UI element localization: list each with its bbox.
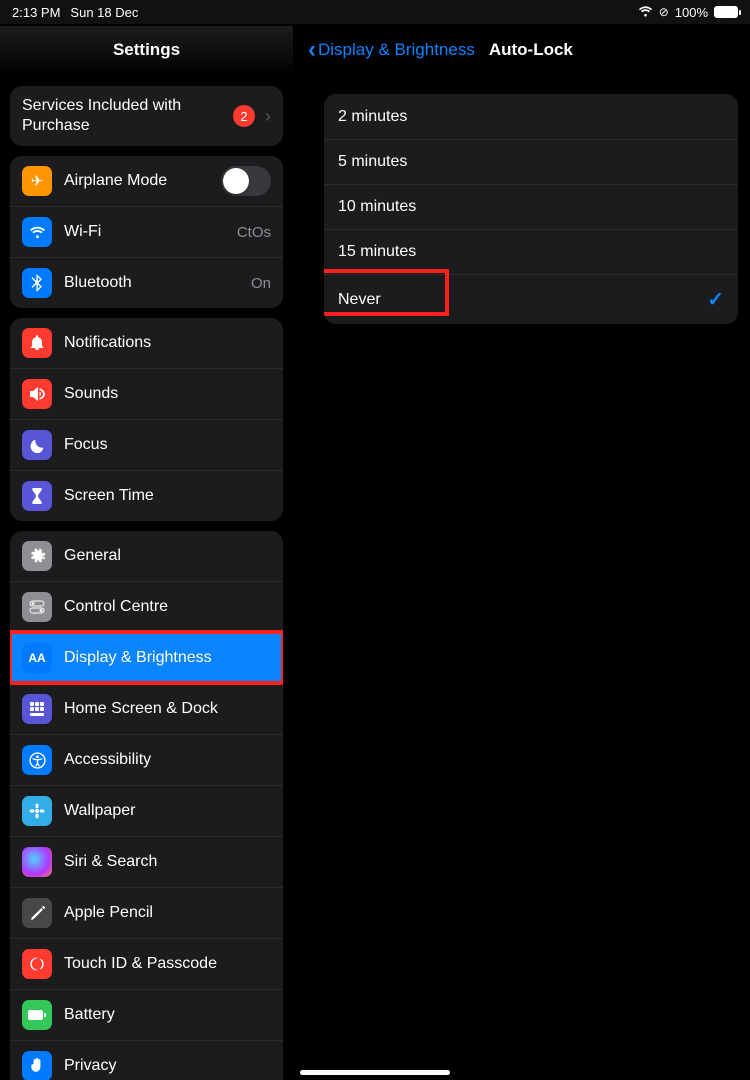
highlight-box	[324, 269, 449, 316]
gear-icon	[22, 541, 52, 571]
row-label: Screen Time	[64, 487, 271, 505]
accessibility-icon	[22, 745, 52, 775]
chevron-right-icon: ›	[265, 106, 271, 127]
row-label: Display & Brightness	[64, 649, 271, 667]
fingerprint-icon	[22, 949, 52, 979]
grid-icon	[22, 694, 52, 724]
row-label: Wi-Fi	[64, 223, 231, 241]
option-15-minutes[interactable]: 15 minutes	[324, 229, 738, 274]
row-label: Touch ID & Passcode	[64, 955, 271, 973]
group-notifications: Notifications Sounds Focus Screen Time	[10, 318, 283, 521]
option-label: 2 minutes	[338, 108, 724, 126]
option-label: 15 minutes	[338, 243, 724, 261]
row-screen-time[interactable]: Screen Time	[10, 470, 283, 521]
speaker-icon	[22, 379, 52, 409]
back-button[interactable]: ‹ Display & Brightness	[308, 38, 475, 62]
row-label: Apple Pencil	[64, 904, 271, 922]
option-label: 5 minutes	[338, 153, 724, 171]
row-label: Notifications	[64, 334, 271, 352]
row-accessibility[interactable]: Accessibility	[10, 734, 283, 785]
row-bluetooth[interactable]: Bluetooth On	[10, 257, 283, 308]
row-label: Siri & Search	[64, 853, 271, 871]
bell-icon	[22, 328, 52, 358]
row-label: Bluetooth	[64, 274, 245, 292]
airplane-toggle[interactable]	[221, 166, 271, 196]
flower-icon	[22, 796, 52, 826]
row-focus[interactable]: Focus	[10, 419, 283, 470]
back-label: Display & Brightness	[318, 40, 475, 60]
row-notifications[interactable]: Notifications	[10, 318, 283, 368]
option-10-minutes[interactable]: 10 minutes	[324, 184, 738, 229]
moon-icon	[22, 430, 52, 460]
row-label: Focus	[64, 436, 271, 454]
pencil-icon	[22, 898, 52, 928]
group-connectivity: ✈︎ Airplane Mode Wi-Fi CtOs Bluetooth On	[10, 156, 283, 308]
row-label: Services Included with Purchase	[22, 96, 233, 136]
detail-pane: ‹ Display & Brightness Auto-Lock 2 minut…	[294, 0, 750, 1080]
row-label: Control Centre	[64, 598, 271, 616]
sidebar-title: Settings	[0, 26, 293, 76]
row-display-brightness[interactable]: AA Display & Brightness	[10, 632, 283, 683]
row-airplane-mode[interactable]: ✈︎ Airplane Mode	[10, 156, 283, 206]
row-label: Battery	[64, 1006, 271, 1024]
row-control-centre[interactable]: Control Centre	[10, 581, 283, 632]
autolock-options: 2 minutes 5 minutes 10 minutes 15 minute…	[324, 94, 738, 324]
row-value: On	[251, 275, 271, 292]
detail-header: ‹ Display & Brightness Auto-Lock	[294, 26, 750, 74]
row-home-screen-dock[interactable]: Home Screen & Dock	[10, 683, 283, 734]
row-label: Sounds	[64, 385, 271, 403]
row-wallpaper[interactable]: Wallpaper	[10, 785, 283, 836]
wifi-icon	[22, 217, 52, 247]
page-title: Auto-Lock	[489, 40, 573, 60]
option-2-minutes[interactable]: 2 minutes	[324, 94, 738, 139]
wifi-icon	[638, 5, 653, 20]
group-general: General Control Centre AA Display & Brig…	[10, 531, 283, 1080]
row-label: Home Screen & Dock	[64, 700, 271, 718]
chevron-left-icon: ‹	[308, 38, 316, 62]
row-label: General	[64, 547, 271, 565]
row-wifi[interactable]: Wi-Fi CtOs	[10, 206, 283, 257]
group-services: Services Included with Purchase 2 ›	[10, 86, 283, 146]
status-bar: 2:13 PM Sun 18 Dec ⊘ 100%	[0, 0, 750, 24]
hourglass-icon	[22, 481, 52, 511]
option-5-minutes[interactable]: 5 minutes	[324, 139, 738, 184]
badge: 2	[233, 105, 255, 127]
row-label: Privacy	[64, 1057, 271, 1075]
row-label: Accessibility	[64, 751, 271, 769]
hand-icon	[22, 1051, 52, 1080]
settings-sidebar: Settings Services Included with Purchase…	[0, 0, 294, 1080]
row-apple-pencil[interactable]: Apple Pencil	[10, 887, 283, 938]
status-time: 2:13 PM	[12, 5, 60, 20]
siri-icon	[22, 847, 52, 877]
home-indicator[interactable]	[300, 1070, 450, 1075]
check-icon: ✓	[707, 287, 724, 312]
text-size-icon: AA	[22, 643, 52, 673]
row-touchid-passcode[interactable]: Touch ID & Passcode	[10, 938, 283, 989]
battery-percent: 100%	[675, 5, 708, 20]
orientation-lock-icon: ⊘	[659, 5, 669, 19]
switches-icon	[22, 592, 52, 622]
battery-icon	[714, 6, 738, 18]
option-never[interactable]: Never ✓	[324, 274, 738, 324]
bluetooth-icon	[22, 268, 52, 298]
status-date: Sun 18 Dec	[70, 5, 138, 20]
row-sounds[interactable]: Sounds	[10, 368, 283, 419]
airplane-icon: ✈︎	[22, 166, 52, 196]
row-label: Wallpaper	[64, 802, 271, 820]
row-services[interactable]: Services Included with Purchase 2 ›	[10, 86, 283, 146]
row-privacy[interactable]: Privacy	[10, 1040, 283, 1080]
row-general[interactable]: General	[10, 531, 283, 581]
row-battery[interactable]: Battery	[10, 989, 283, 1040]
battery-icon	[22, 1000, 52, 1030]
row-value: CtOs	[237, 224, 271, 241]
option-label: 10 minutes	[338, 198, 724, 216]
row-label: Airplane Mode	[64, 172, 221, 190]
row-siri-search[interactable]: Siri & Search	[10, 836, 283, 887]
